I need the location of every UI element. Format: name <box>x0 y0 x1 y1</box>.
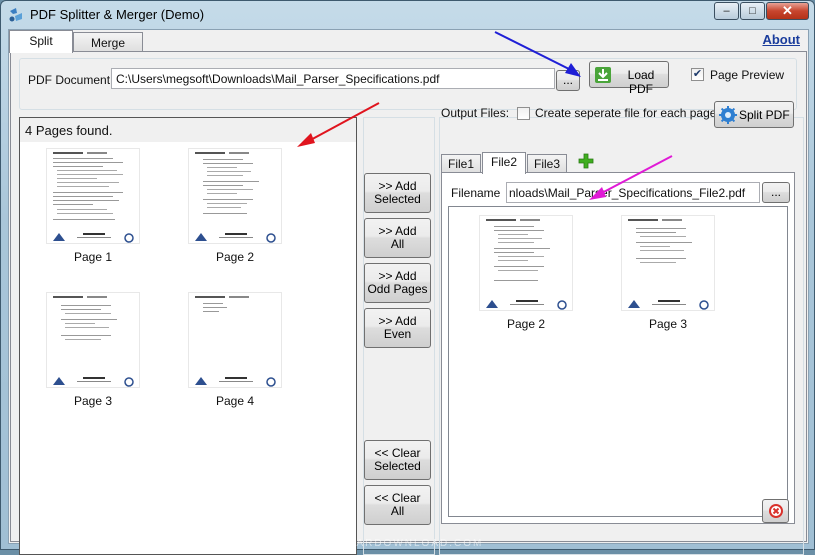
window-title: PDF Splitter & Merger (Demo) <box>30 7 205 22</box>
pdf-path-input[interactable]: C:\Users\megsoft\Downloads\Mail_Parser_S… <box>111 68 555 89</box>
filename-input[interactable]: nloads\Mail_Parser_Specifications_File2.… <box>506 182 760 203</box>
file-pages-list[interactable]: Page 2 Page 3 <box>448 206 788 517</box>
minimize-button[interactable]: – <box>714 2 739 20</box>
tab-file1[interactable]: File1 <box>441 154 481 173</box>
pages-list[interactable]: 4 Pages found. Page 1 Page 2 Page 3 Page… <box>19 117 357 555</box>
document-preview-icon <box>53 296 134 387</box>
pdf-document-label: PDF Document <box>28 73 111 87</box>
document-preview-icon <box>486 219 567 310</box>
page-label: Page 2 <box>506 317 546 331</box>
add-selected-button[interactable]: >> Add Selected <box>364 173 431 213</box>
tab-merge[interactable]: Merge <box>73 32 143 52</box>
clear-selected-button[interactable]: << Clear Selected <box>364 440 431 480</box>
delete-file-button[interactable] <box>762 499 789 523</box>
document-preview-icon <box>195 152 276 243</box>
page-thumbnail[interactable] <box>188 292 282 388</box>
split-pdf-label: Split PDF <box>739 108 790 122</box>
tab-file2[interactable]: File2 <box>482 152 526 174</box>
close-circle-icon <box>769 504 783 518</box>
page-label: Page 4 <box>215 394 255 408</box>
close-window-button[interactable]: ✕ <box>766 2 809 20</box>
page-thumbnail[interactable] <box>188 148 282 244</box>
download-icon <box>595 67 611 83</box>
document-preview-icon <box>195 296 276 387</box>
tab-split[interactable]: Split <box>9 30 73 53</box>
page-thumbnail[interactable] <box>46 148 140 244</box>
page-label: Page 3 <box>73 394 113 408</box>
watermark: GEARDOWNLOAD.COM <box>338 538 484 549</box>
separate-file-label: Create seperate file for each page <box>535 106 717 120</box>
filename-label: Filename <box>451 186 501 200</box>
page-thumbnail[interactable] <box>479 215 573 311</box>
page-label: Page 3 <box>648 317 688 331</box>
browse-pdf-button[interactable]: ... <box>556 70 580 91</box>
page-thumbnail[interactable] <box>621 215 715 311</box>
page-preview-label: Page Preview <box>710 68 785 82</box>
title-bar[interactable]: PDF Splitter & Merger (Demo) – □ ✕ <box>1 1 814 29</box>
split-panel: PDF Document C:\Users\megsoft\Downloads\… <box>10 51 807 555</box>
clear-all-button[interactable]: << Clear All <box>364 485 431 525</box>
about-link[interactable]: About <box>762 32 800 47</box>
browse-filename-button[interactable]: ... <box>762 182 790 203</box>
gear-icon <box>719 106 737 124</box>
separate-file-checkbox[interactable] <box>517 107 530 120</box>
app-icon <box>9 8 22 22</box>
app-window: PDF Splitter & Merger (Demo) – □ ✕ Split… <box>0 0 815 555</box>
page-label: Page 1 <box>73 250 113 264</box>
plus-icon[interactable] <box>578 153 594 169</box>
load-pdf-button[interactable]: Load PDF <box>589 61 669 96</box>
output-files-label: Output Files: <box>441 106 510 120</box>
maximize-button[interactable]: □ <box>740 2 765 20</box>
page-thumbnail[interactable] <box>46 292 140 388</box>
add-all-button[interactable]: >> Add All <box>364 218 431 258</box>
pages-found-label: 4 Pages found. <box>20 118 356 142</box>
document-preview-icon <box>53 152 134 243</box>
page-label: Page 2 <box>215 250 255 264</box>
add-odd-pages-button[interactable]: >> Add Odd Pages <box>364 263 431 303</box>
client-area: Split Merge About PDF Document C:\Users\… <box>8 29 809 555</box>
add-even-button[interactable]: >> Add Even <box>364 308 431 348</box>
load-pdf-label: Load PDF <box>627 68 655 96</box>
document-preview-icon <box>628 219 709 310</box>
page-preview-checkbox[interactable]: ✔ <box>691 68 704 81</box>
split-pdf-button[interactable]: Split PDF <box>714 101 794 128</box>
tab-file3[interactable]: File3 <box>527 154 567 173</box>
